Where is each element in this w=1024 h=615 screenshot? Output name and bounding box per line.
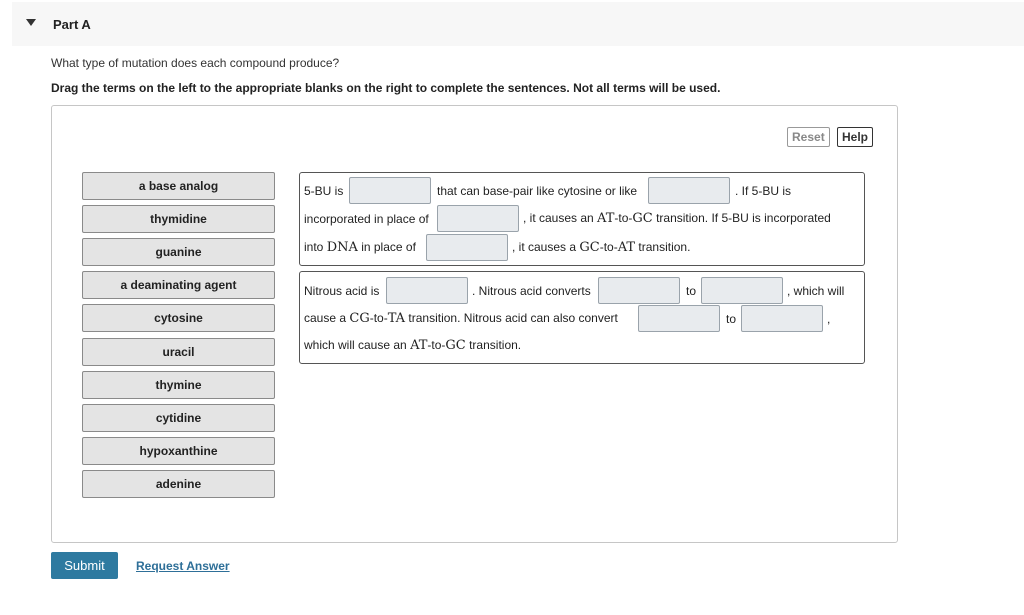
sentence-text: 5-BU is bbox=[304, 184, 344, 198]
term-cytosine[interactable]: cytosine bbox=[82, 304, 275, 332]
sentence-text: cause a CG-to-TA transition. Nitrous aci… bbox=[304, 311, 618, 326]
sentence-text: incorporated in place of bbox=[304, 212, 429, 226]
sentence-text: . If 5-BU is bbox=[735, 184, 792, 198]
term-a-deaminating-agent[interactable]: a deaminating agent bbox=[82, 271, 275, 299]
term-guanine[interactable]: guanine bbox=[82, 238, 275, 266]
question-text: What type of mutation does each compound… bbox=[51, 56, 340, 70]
term-thymidine[interactable]: thymidine bbox=[82, 205, 275, 233]
drop-blank[interactable] bbox=[701, 277, 783, 304]
sentence-text: , it causes a GC-to-AT transition. bbox=[512, 240, 691, 255]
drop-blank[interactable] bbox=[426, 234, 508, 261]
drag-drop-workspace: Reset Help a base analog thymidine guani… bbox=[51, 105, 898, 543]
term-adenine[interactable]: adenine bbox=[82, 470, 275, 498]
sentence-text: , it causes an AT-to-GC transition. If 5… bbox=[523, 211, 831, 226]
sentence-text: Nitrous acid is bbox=[304, 284, 380, 298]
submit-button[interactable]: Submit bbox=[51, 552, 118, 579]
drop-blank[interactable] bbox=[386, 277, 468, 304]
sentence-text: to bbox=[686, 284, 697, 298]
drop-blank[interactable] bbox=[598, 277, 680, 304]
term-hypoxanthine[interactable]: hypoxanthine bbox=[82, 437, 275, 465]
sentence-text: , bbox=[827, 312, 831, 326]
drop-blank[interactable] bbox=[349, 177, 431, 204]
drop-blank[interactable] bbox=[741, 305, 823, 332]
sentence-text: which will cause an AT-to-GC transition. bbox=[304, 338, 522, 353]
sentence-text: to bbox=[726, 312, 737, 326]
sentence-text: into DNA in place of bbox=[304, 240, 416, 255]
term-thymine[interactable]: thymine bbox=[82, 371, 275, 399]
sentence-text: that can base-pair like cytosine or like bbox=[437, 184, 638, 198]
help-button[interactable]: Help bbox=[837, 127, 874, 147]
part-header[interactable]: Part A bbox=[12, 2, 1024, 46]
term-a-base-analog[interactable]: a base analog bbox=[82, 172, 275, 200]
sentence-text: . Nitrous acid converts bbox=[472, 284, 591, 298]
term-uracil[interactable]: uracil bbox=[82, 338, 275, 366]
drop-blank[interactable] bbox=[437, 205, 519, 232]
request-answer-link[interactable]: Request Answer bbox=[136, 559, 230, 573]
term-cytidine[interactable]: cytidine bbox=[82, 404, 275, 432]
collapse-caret-icon[interactable] bbox=[26, 19, 36, 26]
instructions-text: Drag the terms on the left to the approp… bbox=[51, 81, 721, 95]
reset-button[interactable]: Reset bbox=[787, 127, 830, 147]
drop-blank[interactable] bbox=[638, 305, 720, 332]
part-title: Part A bbox=[53, 17, 91, 32]
sentence-box-5bu: 5-BU is that can base-pair like cytosine… bbox=[299, 172, 865, 266]
sentence-box-nitrous-acid: Nitrous acid is . Nitrous acid converts … bbox=[299, 271, 865, 364]
drop-blank[interactable] bbox=[648, 177, 730, 204]
sentence-text: , which will bbox=[787, 284, 845, 298]
